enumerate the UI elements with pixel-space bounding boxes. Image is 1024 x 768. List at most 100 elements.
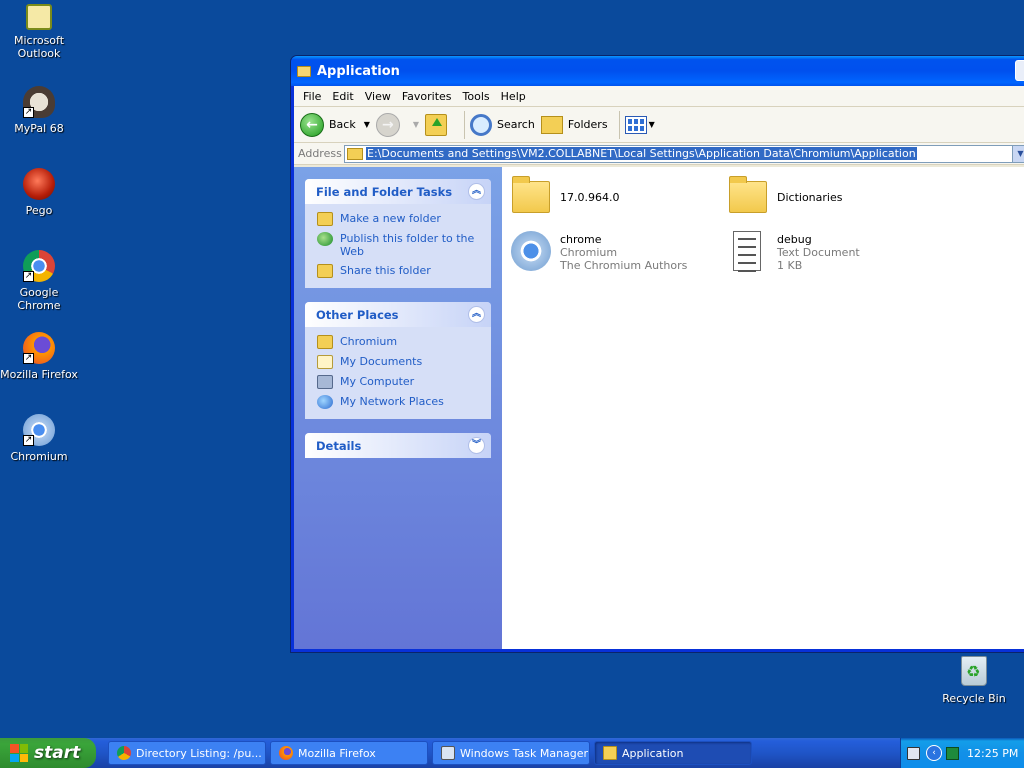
taskbar-button-chrome[interactable]: Directory Listing: /pu...	[108, 741, 266, 765]
search-button[interactable]: Search	[470, 113, 535, 136]
search-icon	[470, 113, 493, 136]
start-button[interactable]: start	[0, 738, 96, 768]
keyboard-icon[interactable]	[907, 746, 920, 760]
show-hidden-icons-button[interactable]: ‹	[926, 745, 942, 761]
outlook-icon	[26, 4, 52, 30]
network-places-icon	[317, 395, 333, 409]
taskbar-button-firefox[interactable]: Mozilla Firefox	[270, 741, 428, 765]
file-name: Dictionaries	[777, 191, 843, 204]
title-bar[interactable]: Application	[291, 56, 1024, 86]
other-places-panel: Other Places ︽ Chromium My Documents My …	[305, 302, 491, 419]
other-places-header[interactable]: Other Places ︽	[305, 302, 491, 327]
task-make-new-folder[interactable]: Make a new folder	[317, 212, 481, 226]
place-label: My Computer	[340, 375, 415, 388]
menu-bar: File Edit View Favorites Tools Help	[294, 86, 1024, 107]
file-item-dictionaries[interactable]: Dictionaries	[727, 175, 842, 219]
folders-button[interactable]: Folders	[540, 115, 608, 134]
views-icon	[624, 115, 647, 134]
back-button[interactable]: ← Back	[300, 112, 356, 137]
views-button[interactable]: ▼	[624, 115, 661, 134]
mypal-icon: ↗	[23, 86, 55, 118]
menu-tools[interactable]: Tools	[460, 90, 498, 103]
forward-button[interactable]: →	[375, 112, 405, 137]
place-label: Chromium	[340, 335, 398, 348]
desktop-icon-mozilla-firefox[interactable]: ↗ Mozilla Firefox	[0, 332, 78, 381]
share-folder-icon	[317, 264, 333, 278]
place-my-documents[interactable]: My Documents	[317, 355, 481, 369]
expand-icon[interactable]: ︾	[468, 437, 485, 454]
desktop-icon-mypal[interactable]: ↗ MyPal 68	[0, 86, 78, 135]
taskbar-button-task-manager[interactable]: Windows Task Manager	[432, 741, 590, 765]
menu-help[interactable]: Help	[498, 90, 534, 103]
file-item-chrome[interactable]: chrome Chromium The Chromium Authors	[510, 229, 687, 273]
address-label: Address	[298, 147, 342, 160]
folder-icon	[510, 175, 554, 219]
shortcut-arrow-icon: ↗	[23, 353, 34, 364]
menu-file[interactable]: File	[300, 90, 329, 103]
menu-view[interactable]: View	[362, 90, 399, 103]
collapse-icon[interactable]: ︽	[468, 306, 485, 323]
task-manager-icon	[441, 746, 455, 760]
back-dropdown-icon[interactable]: ▼	[364, 120, 370, 129]
network-status-icon[interactable]	[946, 746, 959, 760]
publish-web-icon	[317, 232, 333, 246]
desktop-icon-outlook[interactable]: Microsoft Outlook	[0, 4, 78, 60]
address-dropdown-icon[interactable]: ▼	[1012, 145, 1024, 162]
shortcut-arrow-icon: ↗	[23, 435, 34, 446]
clock[interactable]: 12:25 PM	[967, 747, 1018, 760]
task-label: Publish this folder to the Web	[340, 232, 475, 258]
address-value[interactable]: E:\Documents and Settings\VM2.COLLABNET\…	[366, 147, 917, 160]
desktop-icon-label: Microsoft Outlook	[13, 34, 65, 60]
details-panel: Details ︾	[305, 433, 491, 458]
task-share-folder[interactable]: Share this folder	[317, 264, 481, 278]
taskbar: start Directory Listing: /pu... Mozilla …	[0, 738, 1024, 768]
windows-logo-icon	[10, 744, 28, 762]
chromium-icon: ↗	[23, 414, 55, 446]
explorer-window: Application File Edit View Favorites Too…	[290, 55, 1024, 653]
taskbar-button-label: Mozilla Firefox	[298, 746, 376, 760]
desktop-icon-label: MyPal 68	[14, 122, 64, 135]
place-chromium[interactable]: Chromium	[317, 335, 481, 349]
panel-title: Details	[316, 438, 362, 453]
file-item-17.0.964.0[interactable]: 17.0.964.0	[510, 175, 619, 219]
file-name: chrome	[560, 233, 602, 246]
desktop-icon-label: Google Chrome	[17, 286, 61, 312]
up-button[interactable]	[425, 113, 453, 136]
system-tray: ‹ 12:25 PM	[900, 738, 1024, 768]
collapse-icon[interactable]: ︽	[468, 183, 485, 200]
folder-icon	[317, 335, 333, 349]
file-folder-tasks-header[interactable]: File and Folder Tasks ︽	[305, 179, 491, 204]
forward-arrow-icon: →	[375, 112, 400, 137]
desktop-icon-recycle-bin[interactable]: Recycle Bin	[940, 656, 1008, 705]
task-label: Make a new folder	[340, 212, 441, 225]
menu-edit[interactable]: Edit	[329, 90, 361, 103]
taskbar-button-application[interactable]: Application	[594, 741, 752, 765]
taskbar-button-label: Directory Listing: /pu...	[136, 746, 262, 760]
minimize-button[interactable]	[1015, 60, 1024, 81]
folder-icon	[347, 147, 363, 160]
file-type: Text Document	[777, 246, 860, 259]
desktop-icon-pego[interactable]: Pego	[0, 168, 78, 217]
chrome-icon	[117, 746, 131, 760]
desktop-icon-chromium[interactable]: ↗ Chromium	[0, 414, 78, 463]
my-documents-icon	[317, 355, 333, 369]
details-header[interactable]: Details ︾	[305, 433, 491, 458]
file-description: Chromium	[560, 246, 618, 259]
taskbar-button-label: Application	[622, 746, 684, 760]
folders-icon	[540, 115, 563, 134]
place-my-computer[interactable]: My Computer	[317, 375, 481, 389]
toolbar: ← Back ▼ → ▼ Search Folders ▼	[294, 107, 1024, 143]
toolbar-separator	[464, 110, 466, 139]
text-document-icon	[727, 229, 771, 273]
menu-favorites[interactable]: Favorites	[399, 90, 460, 103]
place-my-network-places[interactable]: My Network Places	[317, 395, 481, 409]
forward-dropdown-icon[interactable]: ▼	[413, 120, 419, 129]
desktop-icon-google-chrome[interactable]: ↗ Google Chrome	[0, 250, 78, 312]
address-bar: Address E:\Documents and Settings\VM2.CO…	[294, 143, 1024, 165]
file-item-debug[interactable]: debug Text Document 1 KB	[727, 229, 860, 273]
firefox-icon	[279, 746, 293, 760]
task-publish-folder[interactable]: Publish this folder to the Web	[317, 232, 481, 258]
file-company: The Chromium Authors	[560, 259, 688, 272]
address-input[interactable]: E:\Documents and Settings\VM2.COLLABNET\…	[344, 144, 1024, 163]
toolbar-separator	[618, 110, 620, 139]
